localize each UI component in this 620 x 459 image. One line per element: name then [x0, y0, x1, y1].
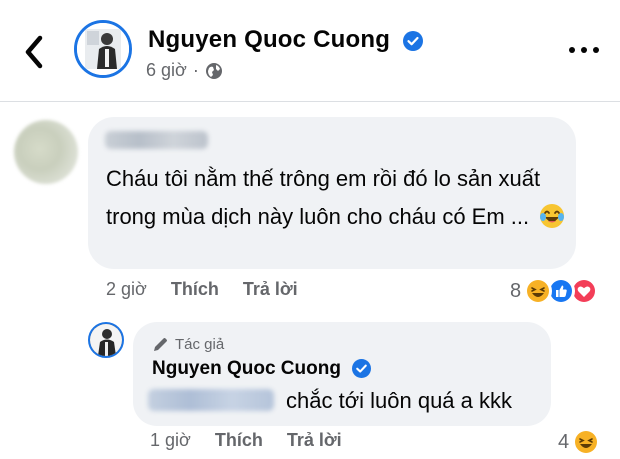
author-name-text: Nguyen Quoc Cuong — [148, 26, 391, 53]
reply-button[interactable]: Trả lời — [243, 279, 298, 300]
reply-reply-button[interactable]: Trả lời — [287, 430, 342, 451]
author-avatar[interactable] — [74, 20, 132, 78]
reply-reactions[interactable]: 4 — [558, 428, 601, 456]
reply-like-button[interactable]: Thích — [215, 430, 263, 451]
reply-time[interactable]: 1 giờ — [150, 430, 191, 451]
verified-badge-icon — [402, 30, 423, 51]
haha-reaction-icon — [524, 277, 553, 305]
pencil-icon — [154, 338, 167, 351]
reply-actions: 1 giờ Thích Trả lời — [150, 430, 342, 451]
reply-text: chắc tới luôn quá a kkk — [286, 388, 512, 413]
comment-reactions[interactable]: 8 — [510, 277, 599, 305]
verified-badge-icon — [352, 359, 372, 379]
author-name[interactable]: Nguyen Quoc Cuong — [148, 26, 423, 54]
comment-text: Cháu tôi nằm thế trông em rồi đó lo sản … — [106, 160, 566, 236]
reply-author-name[interactable]: Nguyen Quoc Cuong — [152, 358, 372, 380]
reply-reaction-count: 4 — [558, 430, 570, 453]
globe-icon — [205, 62, 222, 79]
commenter-name-blurred[interactable] — [105, 131, 208, 149]
header-divider — [0, 101, 620, 102]
back-button[interactable] — [18, 32, 52, 72]
more-options-button[interactable] — [566, 40, 602, 60]
back-arrow-icon — [25, 35, 43, 69]
meta-separator: · — [192, 60, 199, 80]
mention-blurred[interactable] — [148, 389, 274, 411]
reaction-count: 8 — [510, 279, 522, 302]
haha-reaction-icon — [572, 428, 601, 456]
commenter-avatar-blurred[interactable] — [14, 120, 78, 184]
post-time[interactable]: 6 giờ — [146, 60, 187, 81]
author-badge: Tác giả — [152, 336, 224, 353]
comment-time[interactable]: 2 giờ — [106, 279, 147, 300]
more-dots-icon — [569, 47, 599, 53]
avatar-photo — [77, 23, 129, 75]
reply-author-avatar[interactable] — [88, 322, 124, 358]
like-button[interactable]: Thích — [171, 279, 219, 300]
comment-text-content: Cháu tôi nằm thế trông em rồi đó lo sản … — [106, 166, 541, 229]
reply-avatar-photo — [90, 324, 122, 356]
author-badge-label: Tác giả — [175, 336, 225, 353]
laughing-tears-emoji-icon — [540, 204, 565, 228]
comment-actions: 2 giờ Thích Trả lời — [106, 279, 298, 300]
post-meta: 6 giờ · — [146, 60, 223, 81]
reply-author-name-text: Nguyen Quoc Cuong — [152, 358, 341, 379]
